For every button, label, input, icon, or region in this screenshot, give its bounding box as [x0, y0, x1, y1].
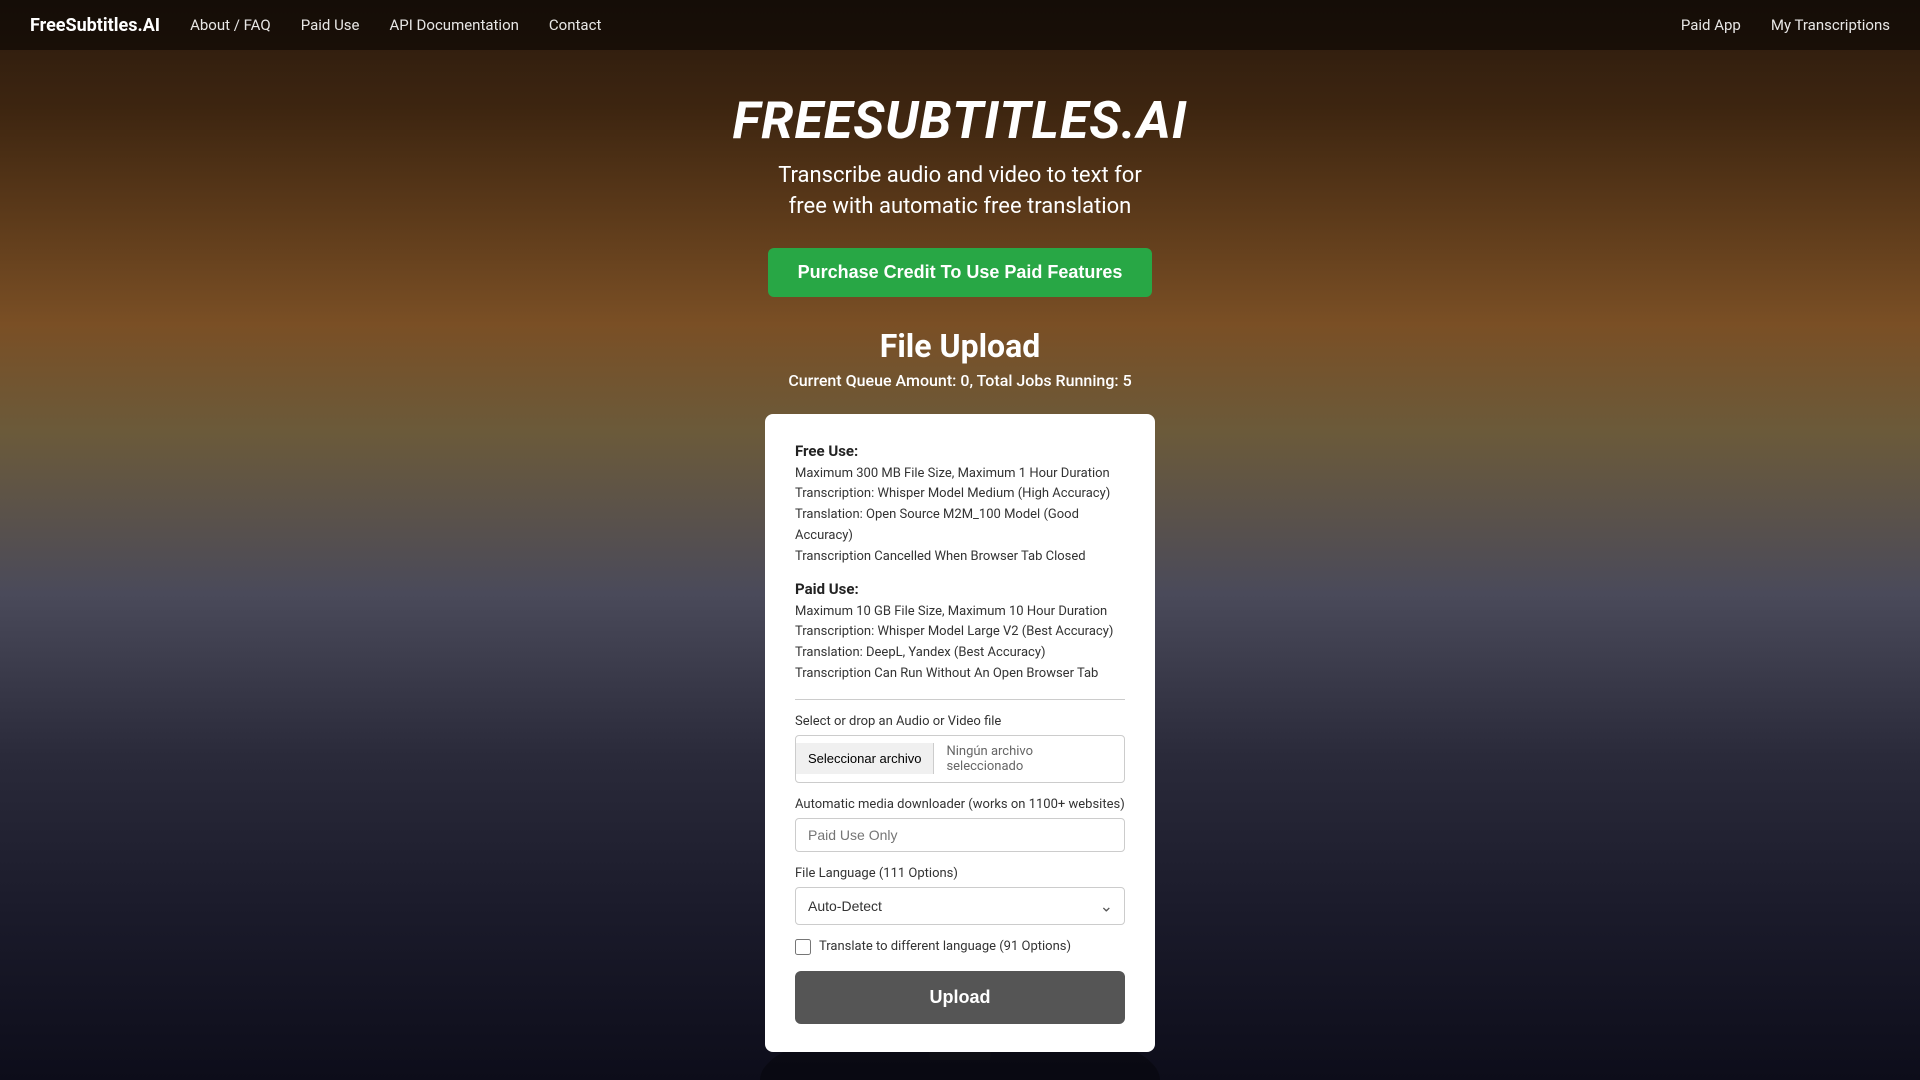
free-detail-1: Maximum 300 MB File Size, Maximum 1 Hour…: [795, 466, 1110, 481]
paid-detail-4: Transcription Can Run Without An Open Br…: [795, 666, 1098, 681]
lang-select-wrapper: Auto-Detect ⌄: [795, 887, 1125, 925]
paid-detail-3: Translation: DeepL, Yandex (Best Accurac…: [795, 645, 1046, 660]
free-detail-3: Translation: Open Source M2M_100 Model (…: [795, 507, 1079, 543]
paid-detail-1: Maximum 10 GB File Size, Maximum 10 Hour…: [795, 604, 1107, 619]
file-upload-heading: File Upload: [788, 327, 1131, 365]
tagline-line2: free with automatic free translation: [789, 194, 1132, 219]
paid-use-label: Paid Use:: [795, 580, 1125, 598]
downloader-label: Automatic media downloader (works on 110…: [795, 797, 1125, 812]
contact-link[interactable]: Contact: [549, 16, 601, 34]
downloader-input[interactable]: [795, 818, 1125, 852]
free-detail-2: Transcription: Whisper Model Medium (Hig…: [795, 486, 1110, 501]
tagline-line1: Transcribe audio and video to text for: [778, 163, 1142, 188]
main-content: FREESUBTITLES.AI Transcribe audio and vi…: [0, 50, 1920, 1052]
api-docs-link[interactable]: API Documentation: [390, 16, 519, 34]
paid-use-details: Maximum 10 GB File Size, Maximum 10 Hour…: [795, 602, 1125, 685]
select-file-button[interactable]: Seleccionar archivo: [796, 743, 934, 774]
language-select[interactable]: Auto-Detect: [795, 887, 1125, 925]
file-select-label: Select or drop an Audio or Video file: [795, 714, 1125, 729]
translate-label: Translate to different language (91 Opti…: [819, 939, 1071, 954]
paid-detail-2: Transcription: Whisper Model Large V2 (B…: [795, 624, 1113, 639]
free-use-details: Maximum 300 MB File Size, Maximum 1 Hour…: [795, 464, 1125, 568]
file-input-row: Seleccionar archivo Ningún archivo selec…: [795, 735, 1125, 783]
translate-row: Translate to different language (91 Opti…: [795, 939, 1125, 955]
tagline: Transcribe audio and video to text for f…: [778, 161, 1142, 223]
site-title: FREESUBTITLES.AI: [732, 90, 1187, 151]
free-detail-4: Transcription Cancelled When Browser Tab…: [795, 549, 1086, 564]
paid-app-link[interactable]: Paid App: [1681, 16, 1741, 34]
queue-info: Current Queue Amount: 0, Total Jobs Runn…: [788, 371, 1131, 390]
free-use-label: Free Use:: [795, 442, 1125, 460]
my-transcriptions-link[interactable]: My Transcriptions: [1771, 16, 1890, 34]
upload-button[interactable]: Upload: [795, 971, 1125, 1024]
lang-label: File Language (111 Options): [795, 866, 1125, 881]
nav-right: Paid App My Transcriptions: [1681, 16, 1890, 34]
about-faq-link[interactable]: About / FAQ: [190, 16, 271, 34]
navbar: FreeSubtitles.AI About / FAQ Paid Use AP…: [0, 0, 1920, 50]
purchase-credit-button[interactable]: Purchase Credit To Use Paid Features: [768, 248, 1153, 297]
file-name-display: Ningún archivo seleccionado: [934, 736, 1124, 782]
translate-checkbox[interactable]: [795, 939, 811, 955]
file-upload-section: File Upload Current Queue Amount: 0, Tot…: [788, 327, 1131, 390]
paid-use-link[interactable]: Paid Use: [301, 16, 360, 34]
divider: [795, 699, 1125, 700]
brand-link[interactable]: FreeSubtitles.AI: [30, 15, 160, 36]
nav-left: FreeSubtitles.AI About / FAQ Paid Use AP…: [30, 15, 1681, 36]
upload-card: Free Use: Maximum 300 MB File Size, Maxi…: [765, 414, 1155, 1052]
